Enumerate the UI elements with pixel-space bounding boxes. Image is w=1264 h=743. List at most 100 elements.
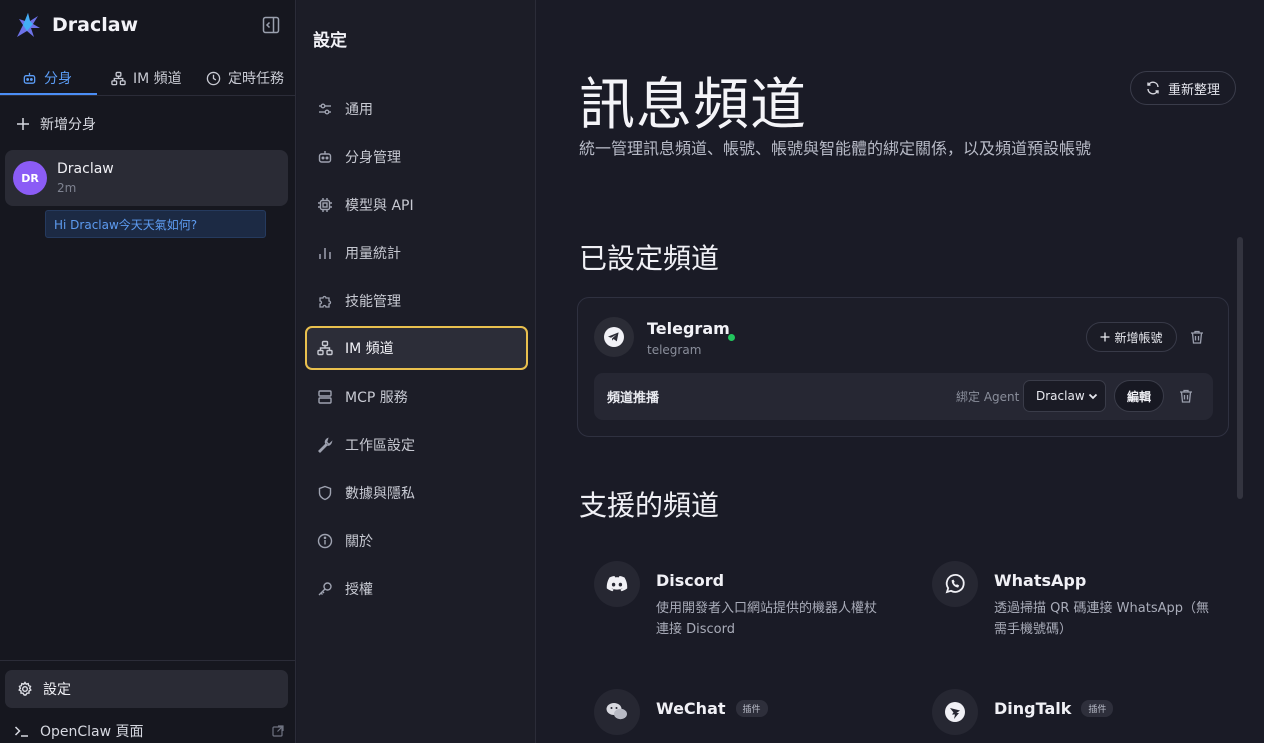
server-icon <box>317 389 333 405</box>
binding-name: 頻道推播 <box>607 391 660 406</box>
agent-last-message[interactable]: Hi Draclaw今天天氣如何? <box>45 210 266 238</box>
nav-item-label: IM 頻道 <box>345 341 394 357</box>
configured-channel-card: Telegram telegram 新增帳號 頻道推播 綁定 Agent Dra… <box>577 297 1229 437</box>
refresh-label: 重新整理 <box>1167 82 1220 98</box>
supported-channel-wechat[interactable]: WeChat 插件 <box>594 689 884 743</box>
bind-agent-label: 綁定 Agent <box>956 390 1020 404</box>
app-name: Draclaw <box>52 14 139 36</box>
nav-item-mcp-services[interactable]: MCP 服務 <box>305 375 528 419</box>
edit-binding-button[interactable]: 編輯 <box>1114 380 1164 412</box>
scrollbar[interactable] <box>1237 237 1243 499</box>
channel-binding-row: 頻道推播 綁定 Agent Draclaw 編輯 <box>594 373 1213 420</box>
page-subtitle: 統一管理訊息頻道、帳號、帳號與智能體的綁定關係，以及頻道預設帳號 <box>579 139 1092 158</box>
status-badge <box>728 334 735 341</box>
nav-item-workspace[interactable]: 工作區設定 <box>305 423 528 467</box>
supported-channel-dingtalk[interactable]: DingTalk 插件 <box>932 689 1222 743</box>
channel-name-text: WhatsApp <box>994 571 1087 590</box>
tab-agents[interactable]: 分身 <box>22 60 72 96</box>
nav-item-im-channels[interactable]: IM 頻道 <box>305 326 528 370</box>
avatar: DR <box>13 161 47 195</box>
tab-im-channels[interactable]: IM 頻道 <box>111 60 182 96</box>
channel-description: 透過掃描 QR 碼連接 WhatsApp（無需手機號碼） <box>994 601 1209 637</box>
nav-item-agent-management[interactable]: 分身管理 <box>305 135 528 179</box>
discord-icon <box>594 561 640 607</box>
page-title: 訊息頻道 <box>579 73 807 138</box>
nav-item-label: 通用 <box>345 102 373 118</box>
delete-channel-icon[interactable] <box>1189 329 1205 345</box>
plus-icon <box>16 117 30 131</box>
refresh-button[interactable]: 重新整理 <box>1130 71 1236 105</box>
wrench-icon <box>317 437 333 453</box>
openclaw-page-link[interactable]: OpenClaw 頁面 <box>14 721 284 741</box>
network-icon <box>317 340 333 356</box>
nav-item-skills[interactable]: 技能管理 <box>305 279 528 323</box>
tab-scheduled-tasks[interactable]: 定時任務 <box>206 60 284 96</box>
nav-item-label: 關於 <box>345 534 373 550</box>
settings-button[interactable]: 設定 <box>5 670 288 708</box>
shield-icon <box>317 485 333 501</box>
delete-binding-icon[interactable] <box>1178 388 1194 404</box>
nav-item-label: 工作區設定 <box>345 438 415 454</box>
collapse-sidebar-icon[interactable] <box>262 16 282 36</box>
tab-label: 分身 <box>44 71 72 87</box>
brand: Draclaw <box>14 10 138 40</box>
nav-item-general[interactable]: 通用 <box>305 87 528 131</box>
sidebar-footer: 設定 OpenClaw 頁面 <box>0 660 296 743</box>
puzzle-icon <box>317 293 333 309</box>
agent-select[interactable]: Draclaw <box>1023 380 1106 412</box>
main-content: 訊息頻道 統一管理訊息頻道、帳號、帳號與智能體的綁定關係，以及頻道預設帳號 重新… <box>537 0 1264 743</box>
nav-item-data-privacy[interactable]: 數據與隱私 <box>305 471 528 515</box>
channel-name-text: WeChat <box>656 699 726 718</box>
nav-item-usage-stats[interactable]: 用量統計 <box>305 231 528 275</box>
nav-item-label: 技能管理 <box>345 294 401 310</box>
sidebar-tabs: 分身 IM 頻道 定時任務 <box>0 60 296 96</box>
clock-icon <box>206 71 221 86</box>
channel-id: telegram <box>647 343 702 357</box>
new-agent-button[interactable]: 新增分身 <box>16 114 96 134</box>
nav-item-label: 模型與 API <box>345 198 414 214</box>
telegram-icon <box>594 317 634 357</box>
nav-item-models-api[interactable]: 模型與 API <box>305 183 528 227</box>
key-icon <box>317 581 333 597</box>
bar-chart-icon <box>317 245 333 261</box>
channel-name-text: Discord <box>656 571 725 590</box>
channel-name: Discord <box>656 571 724 590</box>
dingtalk-icon <box>932 689 978 735</box>
channel-name: DingTalk 插件 <box>994 699 1114 718</box>
channel-name: WhatsApp <box>994 571 1086 590</box>
channel-name: Telegram <box>647 319 730 338</box>
nav-item-about[interactable]: 關於 <box>305 519 528 563</box>
agent-time: 2m <box>57 181 77 195</box>
nav-item-label: 用量統計 <box>345 246 401 262</box>
active-tab-indicator <box>0 93 97 95</box>
robot-icon <box>317 149 333 165</box>
add-account-button[interactable]: 新增帳號 <box>1086 322 1177 352</box>
refresh-icon <box>1146 81 1160 95</box>
channel-description: 使用開發者入口網站提供的機器人權杖連接 Discord <box>656 601 878 637</box>
agent-list-item[interactable]: DR Draclaw 2m <box>5 150 288 206</box>
whatsapp-icon <box>932 561 978 607</box>
nav-item-label: 分身管理 <box>345 150 401 166</box>
dragon-logo-icon <box>14 10 42 40</box>
tab-label: IM 頻道 <box>133 71 182 87</box>
settings-nav: 設定 通用 分身管理 模型與 API 用量統計 技能管理 IM 頻道 MCP 服… <box>297 0 536 743</box>
nav-item-label: 授權 <box>345 582 373 598</box>
external-link-icon <box>272 725 284 737</box>
nav-item-license[interactable]: 授權 <box>305 567 528 611</box>
gear-icon <box>17 681 33 697</box>
supported-channel-whatsapp[interactable]: WhatsApp 透過掃描 QR 碼連接 WhatsApp（無需手機號碼） <box>932 561 1222 641</box>
add-account-label: 新增帳號 <box>1114 330 1163 345</box>
terminal-icon <box>14 724 30 738</box>
robot-icon <box>22 71 37 86</box>
network-icon <box>111 71 126 86</box>
chevron-down-icon <box>1087 390 1099 402</box>
settings-label: 設定 <box>43 682 71 698</box>
new-agent-label: 新增分身 <box>40 117 96 133</box>
nav-item-label: MCP 服務 <box>345 390 408 406</box>
supported-channel-discord[interactable]: Discord 使用開發者入口網站提供的機器人權杖連接 Discord <box>594 561 884 641</box>
plugin-badge: 插件 <box>1081 700 1114 717</box>
sliders-icon <box>317 101 333 117</box>
openclaw-label: OpenClaw 頁面 <box>40 724 144 740</box>
wechat-icon <box>594 689 640 735</box>
chip-icon <box>317 197 333 213</box>
